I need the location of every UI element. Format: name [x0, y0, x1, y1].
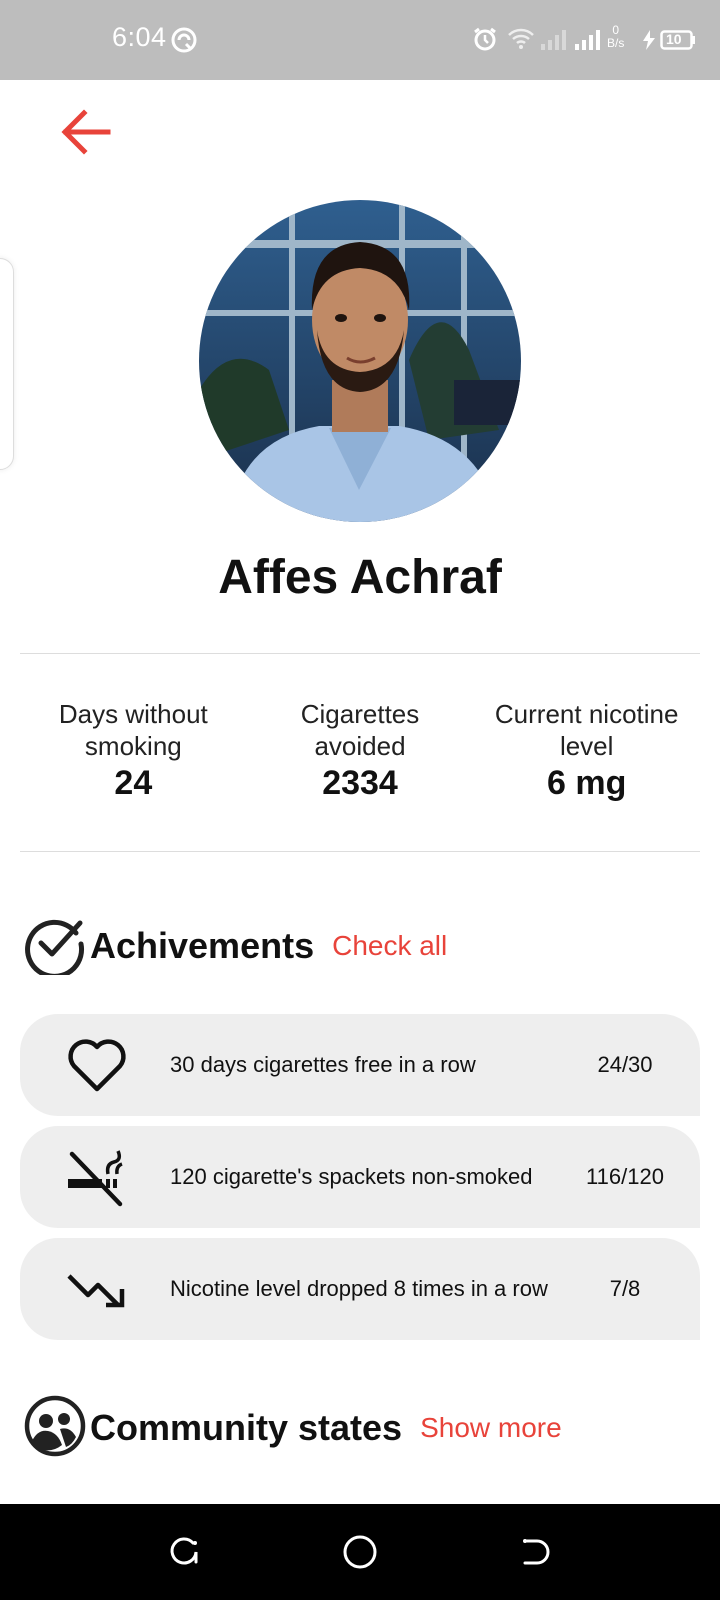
net-speed-value: 0 — [612, 23, 620, 37]
net-speed-unit: B/s — [607, 36, 625, 50]
stat-label: avoided — [314, 731, 406, 761]
alarm-icon — [472, 26, 498, 57]
stat-nicotine-level: Current nicotine level 6 mg — [473, 698, 700, 808]
sync-icon — [170, 26, 198, 59]
community-header: Community states Show more — [24, 1395, 562, 1462]
no-smoking-icon — [32, 1146, 162, 1208]
profile-name: Affes Achraf — [218, 551, 502, 604]
wifi-icon — [508, 28, 534, 55]
stat-value: 6 mg — [547, 764, 627, 802]
achievement-card[interactable]: 120 cigarette's spackets non-smoked 116/… — [20, 1126, 700, 1228]
check-all-link[interactable]: Check all — [332, 930, 447, 962]
show-more-link[interactable]: Show more — [420, 1412, 562, 1444]
achievement-text: 120 cigarette's spackets non-smoked — [170, 1164, 533, 1189]
achievement-progress: 7/8 — [609, 1276, 641, 1301]
stat-label: Current nicotine — [494, 699, 679, 729]
achievement-progress: 24/30 — [597, 1052, 653, 1077]
back-nav-button[interactable] — [516, 1532, 556, 1572]
battery-level: 10 — [666, 31, 682, 47]
trending-down-icon — [32, 1268, 162, 1310]
recent-apps-button[interactable] — [164, 1532, 204, 1572]
back-button[interactable] — [56, 106, 116, 162]
stats-row: Days without smoking 24 Cigarettes avoided… — [20, 698, 700, 808]
achievement-card[interactable]: 30 days cigarettes free in a row 24/30 — [20, 1014, 700, 1116]
divider — [20, 851, 700, 852]
stat-label: Cigarettes — [300, 699, 420, 729]
charging-icon — [642, 30, 656, 55]
stat-label: smoking — [84, 731, 182, 761]
arrow-left-icon — [60, 108, 112, 161]
status-time: 6:04 — [112, 22, 167, 52]
stat-days-without-smoking: Days without smoking 24 — [20, 698, 247, 808]
home-button[interactable] — [340, 1532, 380, 1572]
achievements-header: Achivements Check all — [24, 913, 447, 980]
achievement-card[interactable]: Nicotine level dropped 8 times in a row … — [20, 1238, 700, 1340]
check-circle-icon — [24, 913, 86, 980]
signal-icon — [540, 28, 568, 55]
achievement-text: 30 days cigarettes free in a row — [170, 1052, 476, 1077]
net-speed: 0 B/s — [607, 24, 624, 50]
avatar — [199, 200, 521, 522]
community-title: Community states — [90, 1407, 403, 1448]
stat-label: level — [559, 731, 614, 761]
status-bar: 6:04 0 B/s 10 — [0, 0, 720, 80]
achievement-text: Nicotine level dropped 8 times in a row — [170, 1276, 548, 1301]
navigation-bar — [0, 1504, 720, 1600]
signal-icon — [574, 28, 602, 55]
achievement-progress: 116/120 — [586, 1164, 664, 1189]
stat-cigarettes-avoided: Cigarettes avoided 2334 — [247, 698, 474, 808]
heart-icon — [32, 1037, 162, 1093]
achievements-title: Achivements — [90, 925, 315, 966]
community-icon — [24, 1395, 86, 1462]
stat-label: Days without — [58, 699, 208, 729]
side-drawer-handle[interactable] — [0, 258, 14, 470]
stat-value: 24 — [114, 764, 153, 802]
stat-value: 2334 — [322, 764, 398, 802]
divider — [20, 653, 700, 654]
